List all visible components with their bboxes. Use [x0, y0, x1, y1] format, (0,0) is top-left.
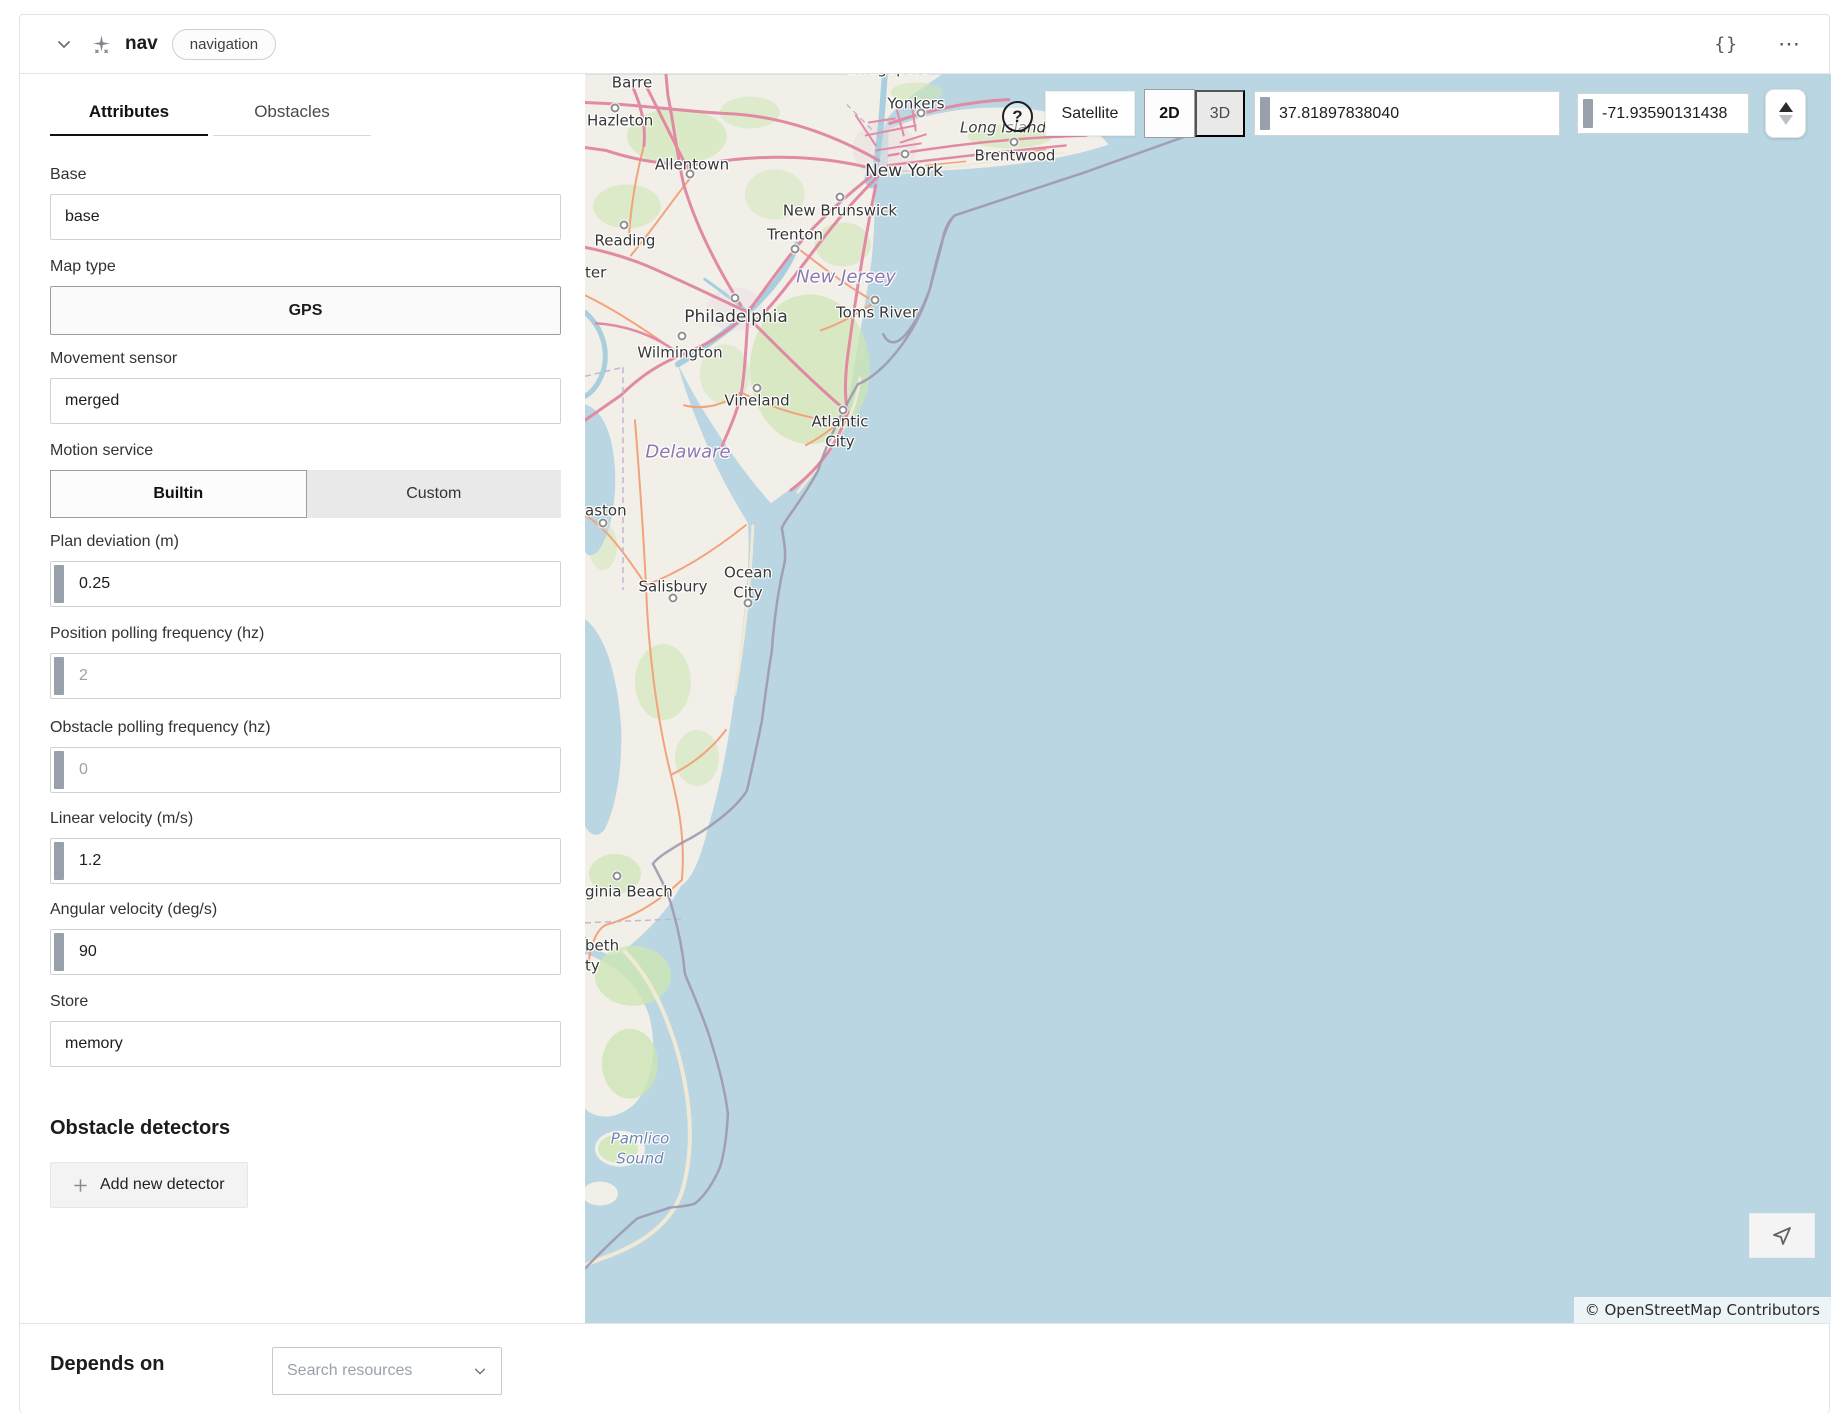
tab-obstacles[interactable]: Obstacles [213, 102, 371, 136]
obstacle-polling-input[interactable] [50, 747, 561, 793]
city-marker-icon [731, 294, 740, 303]
city-marker-icon [917, 109, 926, 118]
city-marker-icon [599, 519, 608, 528]
depends-on-bar: Depends on Search resources [20, 1323, 1829, 1413]
city-marker-icon [791, 245, 800, 254]
motion-service-label: Motion service [50, 442, 561, 460]
base-input[interactable] [50, 194, 561, 240]
city-marker-icon [753, 384, 762, 393]
number-drag-handle[interactable] [1583, 99, 1593, 128]
city-marker-icon [686, 170, 695, 179]
movement-sensor-label: Movement sensor [50, 350, 561, 368]
navigation-service-icon [90, 33, 113, 56]
city-marker-icon [620, 221, 629, 230]
linear-velocity-input[interactable] [50, 838, 561, 884]
card-header: nav navigation {} ⋯ [20, 15, 1829, 74]
add-detector-button[interactable]: Add new detector [50, 1162, 248, 1208]
latitude-input[interactable] [1279, 92, 1553, 135]
recenter-button[interactable] [1749, 1213, 1815, 1258]
angular-velocity-label: Angular velocity (deg/s) [50, 901, 561, 919]
map-3d-button[interactable]: 3D [1195, 90, 1245, 137]
add-detector-label: Add new detector [100, 1176, 225, 1194]
number-drag-handle[interactable] [54, 565, 64, 603]
chevron-down-icon [473, 1364, 487, 1378]
number-drag-handle[interactable] [54, 842, 64, 880]
movement-sensor-input[interactable] [50, 378, 561, 424]
city-marker-icon [744, 599, 753, 608]
city-marker-icon [678, 332, 687, 341]
help-icon[interactable]: ? [1002, 101, 1033, 132]
city-marker-icon [836, 193, 845, 202]
navigation-map[interactable]: BarreHazletonAllentownReadingterBridgepo… [585, 74, 1831, 1323]
collapse-chevron-icon[interactable] [56, 36, 72, 52]
city-marker-icon [839, 406, 848, 415]
number-drag-handle[interactable] [1260, 97, 1270, 130]
position-polling-input[interactable] [50, 653, 561, 699]
motion-service-segmented: Builtin Custom [50, 470, 561, 518]
zoom-stepper[interactable] [1765, 89, 1806, 138]
city-marker-icon [613, 872, 622, 881]
motion-service-builtin-option[interactable]: Builtin [50, 470, 307, 518]
map-canvas [585, 74, 1831, 1323]
city-marker-icon [1010, 138, 1019, 147]
position-polling-label: Position polling frequency (hz) [50, 625, 561, 643]
satellite-toggle-button[interactable]: Satellite [1045, 91, 1135, 136]
number-drag-handle[interactable] [54, 657, 64, 695]
map-2d-button[interactable]: 2D [1144, 89, 1195, 138]
angular-velocity-input[interactable] [50, 929, 561, 975]
more-menu-icon[interactable]: ⋯ [1778, 39, 1801, 49]
city-marker-icon [611, 104, 620, 113]
longitude-field [1577, 93, 1749, 134]
depends-on-label: Depends on [50, 1353, 164, 1376]
resource-card: nav navigation {} ⋯ Attributes Obstacles… [19, 14, 1830, 1413]
number-drag-handle[interactable] [54, 933, 64, 971]
depends-on-select[interactable]: Search resources [272, 1347, 502, 1395]
depends-on-placeholder: Search resources [287, 1362, 473, 1380]
map-type-label: Map type [50, 258, 561, 276]
json-mode-icon[interactable]: {} [1714, 34, 1738, 55]
tab-attributes[interactable]: Attributes [50, 102, 208, 136]
plan-deviation-label: Plan deviation (m) [50, 533, 561, 551]
tab-bar: Attributes Obstacles [50, 102, 561, 136]
number-drag-handle[interactable] [54, 751, 64, 789]
map-attribution: © OpenStreetMap Contributors [1574, 1297, 1831, 1323]
resource-title: nav [125, 33, 158, 55]
longitude-input[interactable] [1602, 94, 1742, 133]
latitude-field [1254, 91, 1560, 136]
city-marker-icon [871, 296, 880, 305]
linear-velocity-label: Linear velocity (m/s) [50, 810, 561, 828]
step-down-icon[interactable] [1779, 115, 1793, 125]
step-up-icon[interactable] [1779, 102, 1793, 112]
motion-service-custom-option[interactable]: Custom [307, 470, 562, 518]
base-label: Base [50, 166, 561, 184]
resource-type-badge: navigation [172, 29, 276, 60]
plan-deviation-input[interactable] [50, 561, 561, 607]
city-marker-icon [669, 594, 678, 603]
store-label: Store [50, 993, 561, 1011]
obstacle-polling-label: Obstacle polling frequency (hz) [50, 719, 561, 737]
store-input[interactable] [50, 1021, 561, 1067]
map-type-gps-button[interactable]: GPS [50, 286, 561, 335]
plus-icon [73, 1178, 88, 1193]
navigation-arrow-icon [1770, 1224, 1794, 1248]
attributes-pane: Attributes Obstacles Base Map type GPS M… [20, 74, 585, 1323]
city-marker-icon [901, 150, 910, 159]
obstacle-detectors-heading: Obstacle detectors [50, 1117, 561, 1140]
